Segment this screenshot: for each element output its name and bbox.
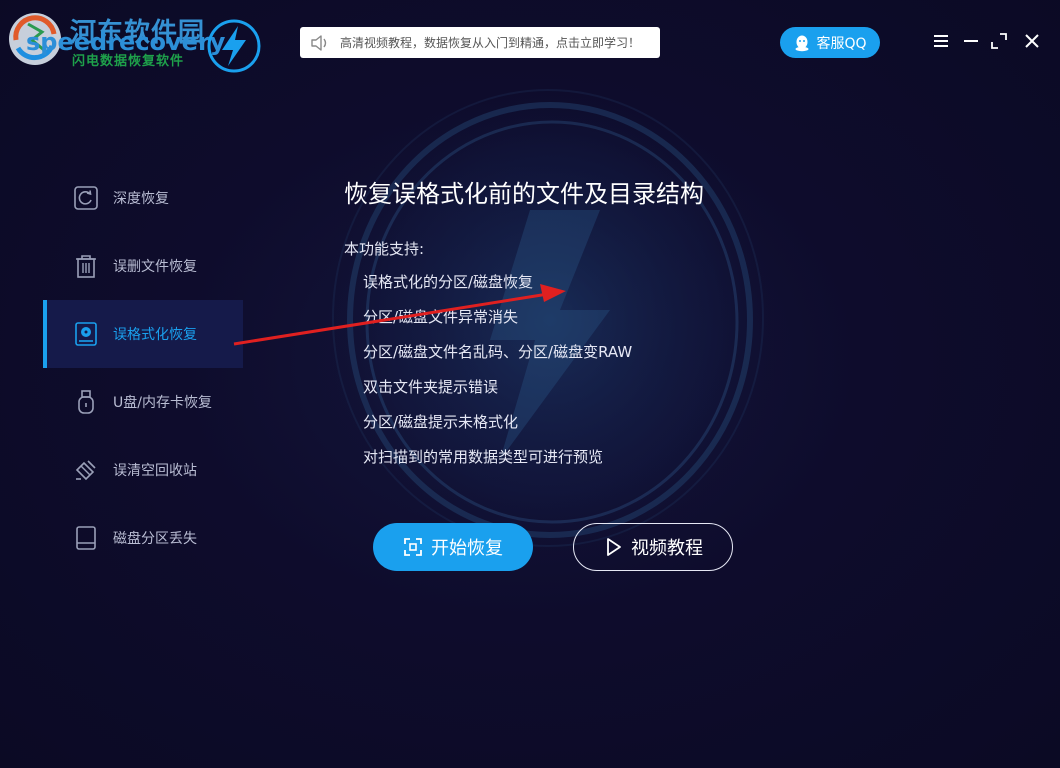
menu-icon — [934, 35, 948, 47]
sidebar-item-label: 误删文件恢复 — [113, 259, 197, 275]
app-logo: 河东软件园 speedrecovery 闪电数据恢复软件 — [6, 8, 266, 73]
customer-service-qq-button[interactable]: 客服QQ — [780, 27, 880, 58]
sidebar-item-label: 误格式化恢复 — [113, 327, 197, 343]
sidebar-item-partition-recovery[interactable]: 磁盘分区丢失 — [43, 504, 243, 572]
list-item: 分区/磁盘文件名乱码、分区/磁盘变RAW — [363, 343, 633, 361]
sidebar-item-recycle-bin-recovery[interactable]: 误清空回收站 — [43, 436, 243, 504]
usb-icon — [73, 389, 99, 415]
partition-icon — [73, 525, 99, 551]
page-title: 恢复误格式化前的文件及目录结构 — [344, 180, 704, 208]
sidebar-item-label: 磁盘分区丢失 — [113, 531, 197, 547]
app-window: 河东软件园 speedrecovery 闪电数据恢复软件 高清视频教程，数据恢复… — [0, 0, 1060, 768]
scan-icon — [404, 538, 422, 556]
qq-penguin-icon — [795, 35, 809, 51]
sidebar-nav: 深度恢复 误删文件恢复 误格式化恢复 U盘/内存卡恢复 误清空回收站 磁盘分区丢… — [43, 164, 243, 572]
brand-subtitle: 闪电数据恢复软件 — [72, 54, 185, 69]
sidebar-item-deep-recovery[interactable]: 深度恢复 — [43, 164, 243, 232]
qq-label: 客服QQ — [816, 35, 867, 52]
recycle-clear-icon — [73, 457, 99, 483]
start-recovery-label: 开始恢复 — [431, 538, 503, 559]
minimize-button[interactable] — [960, 30, 982, 52]
feature-list: 误格式化的分区/磁盘恢复 分区/磁盘文件异常消失 分区/磁盘文件名乱码、分区/磁… — [363, 270, 632, 480]
deep-recovery-icon — [73, 185, 99, 211]
speaker-icon — [311, 34, 327, 51]
list-item: 对扫描到的常用数据类型可进行预览 — [363, 448, 604, 466]
list-item: 分区/磁盘文件异常消失 — [363, 308, 519, 326]
sidebar-item-label: 深度恢复 — [113, 191, 169, 207]
sidebar-item-label: 误清空回收站 — [113, 463, 197, 479]
list-item: 误格式化的分区/磁盘恢复 — [363, 273, 534, 291]
sidebar-item-format-recovery[interactable]: 误格式化恢复 — [43, 300, 243, 368]
lightning-bolt-icon — [207, 19, 261, 73]
minimize-icon — [964, 40, 978, 42]
sidebar-item-usb-recovery[interactable]: U盘/内存卡恢复 — [43, 368, 243, 436]
list-item: 双击文件夹提示错误 — [363, 378, 499, 396]
maximize-button[interactable] — [988, 30, 1010, 52]
notice-bar[interactable]: 高清视频教程，数据恢复从入门到精通，点击立即学习！ — [300, 27, 660, 58]
close-button[interactable] — [1021, 30, 1043, 52]
close-icon — [1025, 34, 1039, 48]
video-tutorial-label: 视频教程 — [631, 538, 703, 559]
list-item: 分区/磁盘提示未格式化 — [363, 413, 519, 431]
sidebar-item-label: U盘/内存卡恢复 — [113, 395, 212, 411]
support-label: 本功能支持: — [344, 240, 425, 258]
menu-button[interactable] — [930, 30, 952, 52]
sidebar-item-deleted-recovery[interactable]: 误删文件恢复 — [43, 232, 243, 300]
notice-text: 高清视频教程，数据恢复从入门到精通，点击立即学习！ — [340, 36, 641, 50]
maximize-icon — [991, 33, 1007, 49]
play-icon — [607, 538, 621, 556]
start-recovery-button[interactable]: 开始恢复 — [373, 523, 533, 571]
video-tutorial-button[interactable]: 视频教程 — [573, 523, 733, 571]
trash-icon — [73, 253, 99, 279]
format-disk-icon — [73, 321, 99, 347]
